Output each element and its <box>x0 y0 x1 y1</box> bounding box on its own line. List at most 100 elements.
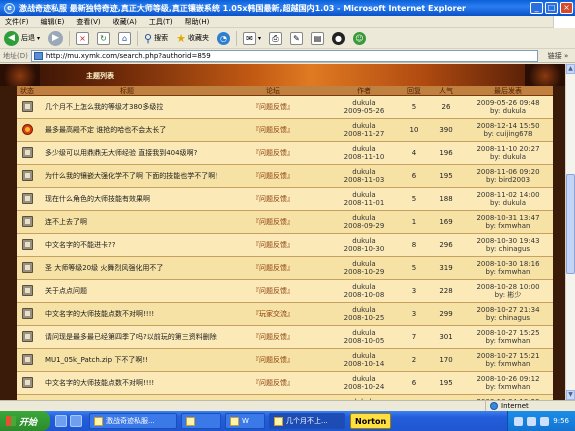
author-link[interactable]: dukula <box>329 260 399 268</box>
topic-title-link[interactable]: 为什么我的镶嵌大强化学不了啊 下面的技能也学不了啊！！！ <box>37 172 217 180</box>
last-post-author[interactable]: by: bird2003 <box>463 176 553 184</box>
stop-button[interactable]: × <box>74 30 91 47</box>
menu-file[interactable]: 文件(F) <box>5 17 29 27</box>
author-link[interactable]: dukula <box>329 375 399 383</box>
forum-link[interactable]: 『问题反馈』 <box>217 333 329 341</box>
search-button[interactable]: ⚲ 搜索 <box>142 30 170 47</box>
links-button[interactable]: 链接 » <box>541 50 575 62</box>
tray-security-icon[interactable] <box>540 416 550 426</box>
close-button[interactable]: × <box>560 2 573 14</box>
vertical-scrollbar[interactable]: ▲ ▼ <box>565 64 575 400</box>
last-post-author[interactable]: by: chinagus <box>463 314 553 322</box>
forum-link[interactable]: 『问题反馈』 <box>217 172 329 180</box>
last-post-date[interactable]: 2008-10-27 15:21 <box>463 352 553 360</box>
last-post-date[interactable]: 2008-10-26 09:12 <box>463 375 553 383</box>
author-link[interactable]: dukula <box>329 99 399 107</box>
taskbar-item-ie[interactable]: 几个月不上... <box>269 413 345 429</box>
author-link[interactable]: dukula <box>329 191 399 199</box>
last-post-date[interactable]: 2008-10-30 19:43 <box>463 237 553 245</box>
forum-link[interactable]: 『问题反馈』 <box>217 356 329 364</box>
last-post-author[interactable]: by: fxmwhan <box>463 360 553 368</box>
author-link[interactable]: dukula <box>329 237 399 245</box>
back-button[interactable]: ◀ 后退 ▾ <box>2 30 42 47</box>
topic-title-link[interactable]: 最多最高殿不定 谁抢的哈也不会太长了 <box>37 126 217 134</box>
topic-title-link[interactable]: 关于点点问题 <box>37 287 217 295</box>
topic-title-link[interactable]: MU1_05k_Patch.zip 下不了啊!! <box>37 356 217 364</box>
last-post-author[interactable]: by: dukula <box>463 153 553 161</box>
mail-button[interactable]: ✉ ▾ <box>241 30 263 47</box>
topic-title-link[interactable]: 中文名字的大师技能点数不对啊!!!! <box>37 310 217 318</box>
tray-volume-icon[interactable] <box>527 416 537 426</box>
minimize-button[interactable]: _ <box>530 2 543 14</box>
start-button[interactable]: 开始 <box>0 411 50 431</box>
scroll-down-arrow-icon[interactable]: ▼ <box>566 390 575 400</box>
author-link[interactable]: dukula <box>329 145 399 153</box>
last-post-date[interactable]: 2008-11-10 20:27 <box>463 145 553 153</box>
last-post-author[interactable]: by: dukula <box>463 107 553 115</box>
history-button[interactable]: ◔ <box>215 30 232 47</box>
last-post-date[interactable]: 2008-10-27 21:34 <box>463 306 553 314</box>
last-post-author[interactable]: by: 彬少 <box>463 291 553 299</box>
author-link[interactable]: dukula <box>329 329 399 337</box>
forum-link[interactable]: 『问题反馈』 <box>217 287 329 295</box>
last-post-date[interactable]: 2009-05-26 09:48 <box>463 99 553 107</box>
author-link[interactable]: dukula <box>329 168 399 176</box>
forum-link[interactable]: 『玩家交流』 <box>217 310 329 318</box>
forum-link[interactable]: 『问题反馈』 <box>217 126 329 134</box>
last-post-author[interactable]: by: fxmwhan <box>463 337 553 345</box>
author-link[interactable]: dukula <box>329 306 399 314</box>
author-link[interactable]: dukula <box>329 214 399 222</box>
menu-tools[interactable]: 工具(T) <box>149 17 173 27</box>
scroll-thumb[interactable] <box>566 174 575 274</box>
last-post-author[interactable]: by: fxmwhan <box>463 222 553 230</box>
last-post-author[interactable]: by: fxmwhan <box>463 268 553 276</box>
maximize-button[interactable]: □ <box>545 2 558 14</box>
address-input[interactable]: http://mu.xymk.com/search.php?authorid=8… <box>30 49 538 62</box>
forum-link[interactable]: 『问题反馈』 <box>217 264 329 272</box>
menu-help[interactable]: 帮助(H) <box>185 17 210 27</box>
tray-network-icon[interactable] <box>514 416 524 426</box>
last-post-author[interactable]: by: dukula <box>463 199 553 207</box>
topic-title-link[interactable]: 现在什么角色的大师技能有效果啊 <box>37 195 217 203</box>
discuss-button[interactable]: ▤ <box>309 30 326 47</box>
forum-link[interactable]: 『问题反馈』 <box>217 149 329 157</box>
scroll-up-arrow-icon[interactable]: ▲ <box>566 64 575 74</box>
forum-link[interactable]: 『问题反馈』 <box>217 103 329 111</box>
topic-title-link[interactable]: 中文名字的大师技能点数不对啊!!!! <box>37 379 217 387</box>
norton-button[interactable]: Norton <box>350 413 392 429</box>
topic-title-link[interactable]: 几个月不上怎么我的等级才380多级拉 <box>37 103 217 111</box>
last-post-author[interactable]: by: cuijing678 <box>463 130 553 138</box>
favorites-button[interactable]: ★ 收藏夹 <box>174 30 211 47</box>
topic-title-link[interactable]: 中文名字的不能进卡?? <box>37 241 217 249</box>
home-button[interactable]: ⌂ <box>116 30 133 47</box>
messenger-button[interactable]: ☺ <box>351 30 368 47</box>
last-post-date[interactable]: 2008-11-02 14:00 <box>463 191 553 199</box>
last-post-date[interactable]: 2008-12-14 15:50 <box>463 122 553 130</box>
last-post-date[interactable]: 2008-10-30 18:16 <box>463 260 553 268</box>
taskbar-item-site[interactable]: 激战奇迹私服... <box>89 413 177 429</box>
quick-launch-ie-icon[interactable] <box>55 415 67 427</box>
forum-link[interactable]: 『问题反馈』 <box>217 379 329 387</box>
menu-view[interactable]: 查看(V) <box>76 17 100 27</box>
quick-launch-desktop-icon[interactable] <box>70 415 82 427</box>
forward-button[interactable]: ▶ <box>46 30 65 47</box>
last-post-author[interactable]: by: fxmwhan <box>463 383 553 391</box>
last-post-date[interactable]: 2008-10-31 13:47 <box>463 214 553 222</box>
last-post-author[interactable]: by: chinagus <box>463 245 553 253</box>
last-post-date[interactable]: 2008-11-06 09:20 <box>463 168 553 176</box>
topic-title-link[interactable]: 连不上去了啊 <box>37 218 217 226</box>
last-post-date[interactable]: 2008-10-28 10:00 <box>463 283 553 291</box>
forum-link[interactable]: 『问题反馈』 <box>217 195 329 203</box>
menu-edit[interactable]: 编辑(E) <box>41 17 65 27</box>
qq-button[interactable]: ● <box>330 30 347 47</box>
taskbar-item-app[interactable] <box>181 413 221 429</box>
menu-favorites[interactable]: 收藏(A) <box>113 17 137 27</box>
edit-button[interactable]: ✎ <box>288 30 305 47</box>
refresh-button[interactable]: ↻ <box>95 30 112 47</box>
topic-title-link[interactable]: 圣 大师等级20级 火舞烈风强化用不了 <box>37 264 217 272</box>
author-link[interactable]: dukula <box>329 352 399 360</box>
print-button[interactable]: ⎙ <box>267 30 284 47</box>
author-link[interactable]: dukula <box>329 283 399 291</box>
taskbar-item-word[interactable]: W <box>225 413 265 429</box>
forum-link[interactable]: 『问题反馈』 <box>217 218 329 226</box>
